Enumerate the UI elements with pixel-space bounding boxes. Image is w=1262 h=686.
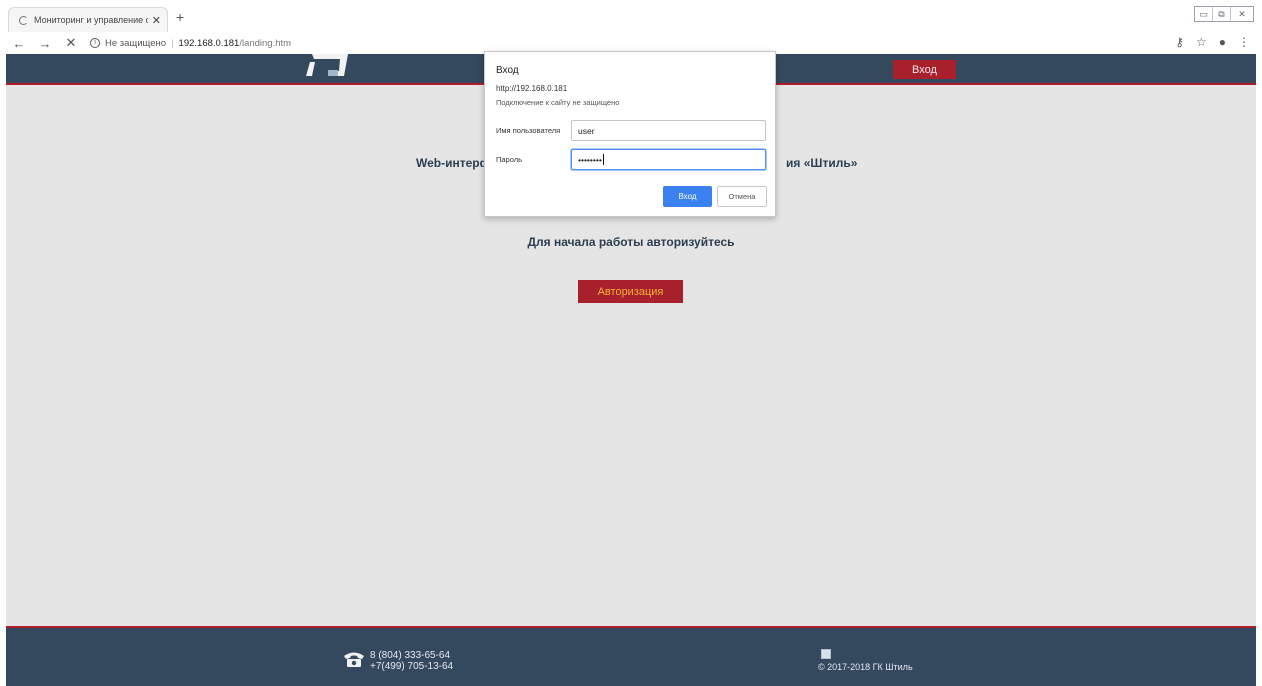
restore-icon[interactable]: ⧉	[1213, 7, 1231, 21]
loading-spinner-icon	[19, 15, 28, 25]
window-controls: ▭ ⧉ ✕	[1194, 6, 1254, 22]
dialog-warning: Подключение к сайту не защищено	[496, 98, 620, 107]
logo-icon	[306, 54, 348, 76]
dialog-url: http://192.168.0.181	[496, 84, 568, 93]
minimize-icon[interactable]: ▭	[1195, 7, 1213, 21]
username-input[interactable]: user	[571, 120, 766, 141]
intro-title: Web-интерф	[416, 156, 491, 170]
contact-phones: 8 (804) 333-65-64 +7(499) 705-13-64	[370, 650, 453, 672]
star-icon[interactable]: ☆	[1196, 35, 1207, 49]
copyright: © 2017-2018 ГК Штиль	[818, 662, 913, 672]
dialog-login-button[interactable]: Вход	[663, 186, 712, 207]
key-icon[interactable]: ⚷	[1175, 35, 1184, 49]
phone-number-2: +7(499) 705-13-64	[370, 661, 454, 672]
browser-tab[interactable]: Мониторинг и управление сист ✕	[8, 7, 168, 32]
browser-tab-bar: Мониторинг и управление сист ✕ + ▭ ⧉ ✕	[0, 0, 1262, 32]
profile-icon[interactable]: ●	[1219, 35, 1226, 49]
phone-number-1: 8 (804) 333-65-64	[370, 650, 451, 661]
url-host: 192.168.0.181	[178, 37, 240, 49]
password-input[interactable]: ••••••••	[571, 149, 766, 170]
forward-icon[interactable]: →	[38, 36, 52, 51]
username-label: Имя пользователя	[496, 126, 561, 135]
url-path: /landing.htm	[239, 37, 292, 49]
tab-title: Мониторинг и управление сист	[34, 15, 148, 25]
auth-hint: Для начала работы авторизуйтесь	[527, 235, 735, 249]
username-value: user	[578, 125, 595, 136]
site-footer: 8 (804) 333-65-64 +7(499) 705-13-64 © 20…	[6, 626, 1256, 686]
window-close-icon[interactable]: ✕	[1231, 7, 1253, 21]
authorization-button[interactable]: Авторизация	[578, 280, 683, 303]
intro-title-suffix: ия «Штиль»	[786, 156, 858, 170]
back-icon[interactable]: ←	[12, 36, 26, 51]
text-caret	[602, 154, 604, 165]
auth-dialog: Вход http://192.168.0.181 Подключение к …	[484, 51, 776, 217]
tab-close-icon[interactable]: ✕	[152, 14, 161, 27]
password-label: Пароль	[496, 155, 523, 164]
dialog-cancel-button[interactable]: Отмена	[717, 186, 767, 207]
url-field[interactable]: i Не защищено | 192.168.0.181 /landing.h…	[90, 38, 291, 49]
info-icon[interactable]: i	[90, 38, 100, 48]
broken-image-icon	[821, 649, 831, 659]
phone-icon	[344, 652, 364, 667]
toolbar-icons: ⚷ ☆ ● ⋮	[1175, 35, 1250, 49]
dialog-title: Вход	[496, 65, 519, 76]
insecure-label: Не защищено	[105, 37, 167, 49]
password-value: ••••••••	[578, 154, 602, 165]
url-separator: |	[171, 37, 174, 49]
menu-icon[interactable]: ⋮	[1238, 35, 1250, 49]
header-login-button[interactable]: Вход	[893, 60, 956, 79]
new-tab-button[interactable]: +	[176, 9, 184, 25]
stop-loading-icon[interactable]: ✕	[64, 35, 78, 51]
